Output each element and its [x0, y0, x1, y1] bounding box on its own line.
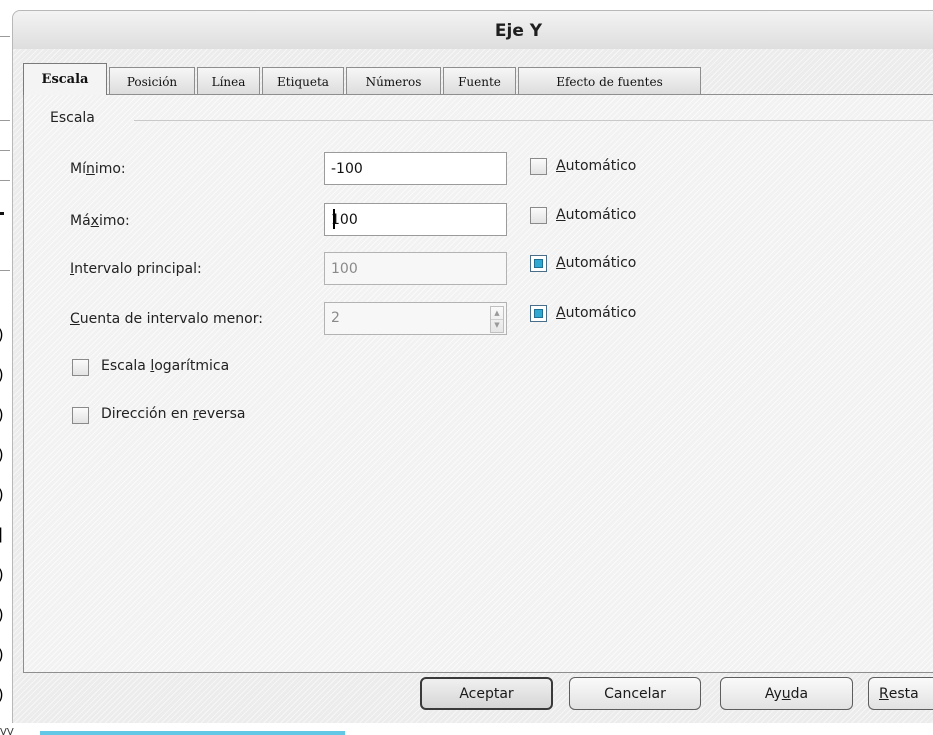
- maximum-input[interactable]: [324, 203, 507, 236]
- background-paren: ): [0, 327, 3, 343]
- spin-down-arrow-icon[interactable]: ▼: [491, 319, 503, 331]
- tab-numeros[interactable]: Números: [346, 67, 441, 95]
- help-button[interactable]: Ay u da: [720, 677, 853, 710]
- tab-escala[interactable]: Escala: [23, 63, 107, 95]
- background-paren: ): [0, 607, 3, 623]
- tab-efecto-de-fuentes[interactable]: Efecto de fuentes: [518, 67, 701, 95]
- major-interval-label: Intervalo principal:: [70, 261, 202, 277]
- minimum-auto-checkbox[interactable]: [530, 158, 547, 175]
- tab-linea[interactable]: Línea: [197, 67, 260, 95]
- tab-posicion[interactable]: Posición: [109, 67, 195, 95]
- background-tick: [0, 212, 4, 215]
- minimum-label: Mínimo:: [70, 161, 126, 177]
- background-paren: ): [0, 567, 3, 583]
- background-tick: [0, 270, 10, 271]
- ok-button[interactable]: Aceptar: [420, 677, 553, 710]
- maximum-auto-checkbox[interactable]: [530, 207, 547, 224]
- background-text: VV: [0, 727, 14, 735]
- group-title-escala: Escala: [50, 110, 95, 126]
- background-paren: ]: [0, 527, 2, 543]
- background-tick: [0, 120, 10, 121]
- group-separator: [134, 120, 933, 121]
- cancel-button[interactable]: Cancelar: [569, 677, 701, 710]
- background-tick: [0, 36, 10, 37]
- reverse-direction-checkbox[interactable]: [72, 407, 89, 424]
- background-tick: [0, 180, 10, 181]
- background-paren: ): [0, 487, 3, 503]
- text-cursor: [333, 209, 335, 229]
- background-paren: ): [0, 367, 3, 383]
- minimum-auto-label: Automático: [556, 158, 637, 174]
- logarithmic-scale-checkbox[interactable]: [72, 359, 89, 376]
- background-paren: ): [0, 687, 3, 703]
- reset-button[interactable]: Resta: [868, 677, 933, 710]
- minor-interval-count-spinbox[interactable]: 2 ▲ ▼: [324, 302, 507, 335]
- dialog-titlebar[interactable]: Eje Y: [13, 11, 933, 49]
- spin-buttons: ▲ ▼: [490, 306, 504, 333]
- maximum-auto-label: Automático: [556, 207, 637, 223]
- tab-etiqueta[interactable]: Etiqueta: [262, 67, 344, 95]
- major-interval-auto-checkbox[interactable]: [530, 255, 547, 272]
- maximum-label: Máximo:: [70, 213, 130, 229]
- background-tick: [0, 150, 10, 151]
- tab-panel-escala: Escala Mínimo: Automático Máximo: Automá…: [23, 94, 933, 673]
- dialog-title: Eje Y: [494, 21, 543, 41]
- background-taskbar-strip: [40, 731, 345, 735]
- minor-interval-count-auto-label: Automático: [556, 305, 637, 321]
- reverse-direction-label: Dirección en reversa: [101, 406, 246, 422]
- minor-interval-count-label: Cuenta de intervalo menor:: [70, 311, 263, 327]
- axis-dialog: Eje Y Escala Posición Línea Etiqueta Núm…: [12, 10, 933, 723]
- logarithmic-scale-label: Escala logarítmica: [101, 358, 230, 374]
- background-paren: ): [0, 447, 3, 463]
- major-interval-auto-label: Automático: [556, 255, 637, 271]
- minor-interval-count-auto-checkbox[interactable]: [530, 305, 547, 322]
- tab-fuente[interactable]: Fuente: [443, 67, 516, 95]
- tab-strip: Escala Posición Línea Etiqueta Números F…: [23, 61, 703, 95]
- background-paren: ): [0, 407, 3, 423]
- minimum-input[interactable]: [324, 152, 507, 185]
- background-paren: ): [0, 647, 3, 663]
- minor-interval-count-value: 2: [331, 310, 340, 326]
- major-interval-input[interactable]: [324, 252, 507, 285]
